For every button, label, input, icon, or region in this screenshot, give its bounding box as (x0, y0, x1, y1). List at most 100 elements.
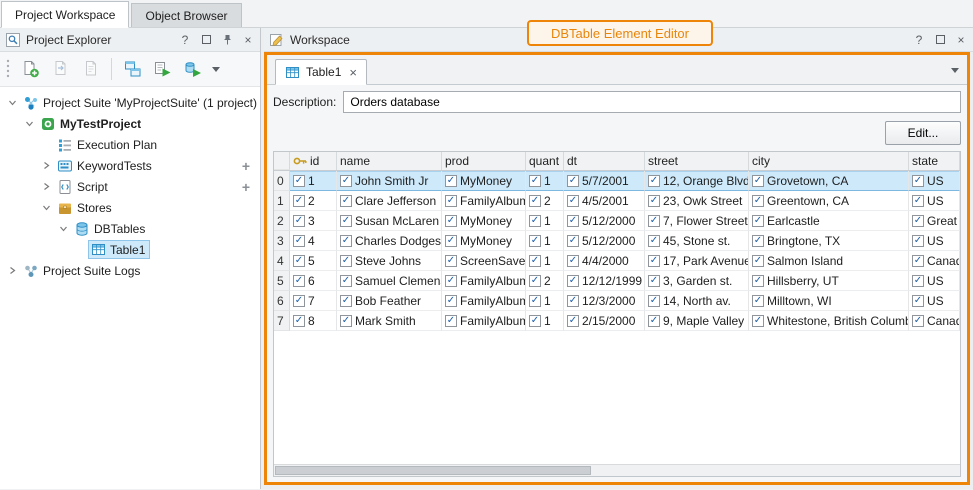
checkbox-checked[interactable]: ✓ (912, 315, 924, 327)
chevron-right-icon[interactable] (39, 161, 54, 170)
cell-dt[interactable]: ✓4/4/2000 (564, 251, 645, 271)
cell-dt[interactable]: ✓5/12/2000 (564, 231, 645, 251)
cell-dt[interactable]: ✓12/12/1999 (564, 271, 645, 291)
checkbox-checked[interactable]: ✓ (340, 175, 352, 187)
help-button[interactable]: ? (913, 33, 925, 47)
cell-city[interactable]: ✓Salmon Island (749, 251, 909, 271)
row-number-cell[interactable]: 0 (274, 171, 290, 191)
checkbox-checked[interactable]: ✓ (752, 255, 764, 267)
tree-item-table1[interactable]: Table1 (0, 239, 260, 260)
checkbox-checked[interactable]: ✓ (752, 175, 764, 187)
checkbox-checked[interactable]: ✓ (648, 315, 660, 327)
checkbox-checked[interactable]: ✓ (445, 215, 457, 227)
chevron-right-icon[interactable] (5, 266, 20, 275)
cell-prod[interactable]: ✓FamilyAlbum (442, 291, 526, 311)
chevron-down-icon[interactable] (22, 119, 37, 128)
cell-prod[interactable]: ✓FamilyAlbum (442, 271, 526, 291)
checkbox-checked[interactable]: ✓ (340, 215, 352, 227)
cell-name[interactable]: ✓Charles Dodgeson (337, 231, 442, 251)
checkbox-checked[interactable]: ✓ (567, 215, 579, 227)
cell-quant[interactable]: ✓2 (526, 191, 564, 211)
execution-plan-button[interactable] (119, 56, 146, 82)
checkbox-checked[interactable]: ✓ (293, 175, 305, 187)
checkbox-checked[interactable]: ✓ (340, 275, 352, 287)
checkbox-checked[interactable]: ✓ (529, 315, 541, 327)
cell-prod[interactable]: ✓MyMoney (442, 211, 526, 231)
column-header-city[interactable]: city (749, 152, 909, 170)
column-header-state[interactable]: state (909, 152, 960, 170)
column-header-prod[interactable]: prod (442, 152, 526, 170)
cell-city[interactable]: ✓Greentown, CA (749, 191, 909, 211)
cell-street[interactable]: ✓45, Stone st. (645, 231, 749, 251)
tree-item-script[interactable]: Script+ (0, 176, 260, 197)
run-project-button[interactable] (149, 56, 176, 82)
cell-dt[interactable]: ✓5/7/2001 (564, 171, 645, 191)
cell-dt[interactable]: ✓4/5/2001 (564, 191, 645, 211)
checkbox-checked[interactable]: ✓ (445, 315, 457, 327)
checkbox-checked[interactable]: ✓ (752, 315, 764, 327)
tab-close-icon[interactable]: × (349, 65, 357, 80)
cell-quant[interactable]: ✓1 (526, 231, 564, 251)
cell-quant[interactable]: ✓1 (526, 311, 564, 331)
checkbox-checked[interactable]: ✓ (293, 255, 305, 267)
checkbox-checked[interactable]: ✓ (912, 295, 924, 307)
table-row-2[interactable]: 2✓3✓Susan McLaren✓MyMoney✓1✓5/12/2000✓7,… (274, 211, 960, 231)
checkbox-checked[interactable]: ✓ (529, 235, 541, 247)
cell-state[interactable]: ✓Great Britain (909, 211, 960, 231)
checkbox-checked[interactable]: ✓ (529, 175, 541, 187)
tree-item-execution-plan[interactable]: Execution Plan (0, 134, 260, 155)
checkbox-checked[interactable]: ✓ (567, 275, 579, 287)
checkbox-checked[interactable]: ✓ (648, 195, 660, 207)
add-new-item-button[interactable] (17, 56, 44, 82)
cell-state[interactable]: ✓Canada (909, 251, 960, 271)
checkbox-checked[interactable]: ✓ (567, 255, 579, 267)
checkbox-checked[interactable]: ✓ (293, 315, 305, 327)
tab-object-browser[interactable]: Object Browser (131, 3, 241, 27)
checkbox-checked[interactable]: ✓ (912, 255, 924, 267)
checkbox-checked[interactable]: ✓ (293, 275, 305, 287)
cell-quant[interactable]: ✓1 (526, 251, 564, 271)
checkbox-checked[interactable]: ✓ (529, 295, 541, 307)
tab-table1[interactable]: Table1 × (275, 59, 367, 85)
cell-state[interactable]: ✓US (909, 291, 960, 311)
cell-id[interactable]: ✓6 (290, 271, 337, 291)
checkbox-checked[interactable]: ✓ (567, 315, 579, 327)
tree-item-keywordtests[interactable]: KeywordTests+ (0, 155, 260, 176)
cell-state[interactable]: ✓US (909, 231, 960, 251)
checkbox-checked[interactable]: ✓ (445, 255, 457, 267)
chevron-down-icon[interactable] (56, 224, 71, 233)
tree-item-project-suite-myprojectsuite-1-project[interactable]: Project Suite 'MyProjectSuite' (1 projec… (0, 92, 260, 113)
table-row-5[interactable]: 5✓6✓Samuel Clemens✓FamilyAlbum✓2✓12/12/1… (274, 271, 960, 291)
checkbox-checked[interactable]: ✓ (293, 295, 305, 307)
cell-city[interactable]: ✓Milltown, WI (749, 291, 909, 311)
cell-dt[interactable]: ✓12/3/2000 (564, 291, 645, 311)
checkbox-checked[interactable]: ✓ (912, 235, 924, 247)
cell-dt[interactable]: ✓5/12/2000 (564, 211, 645, 231)
checkbox-checked[interactable]: ✓ (567, 235, 579, 247)
checkbox-checked[interactable]: ✓ (293, 215, 305, 227)
float-button[interactable] (934, 33, 946, 47)
checkbox-checked[interactable]: ✓ (648, 215, 660, 227)
checkbox-checked[interactable]: ✓ (912, 215, 924, 227)
checkbox-checked[interactable]: ✓ (529, 275, 541, 287)
cell-street[interactable]: ✓14, North av. (645, 291, 749, 311)
table-row-4[interactable]: 4✓5✓Steve Johns✓ScreenSaver✓1✓4/4/2000✓1… (274, 251, 960, 271)
row-number-cell[interactable]: 7 (274, 311, 290, 331)
checkbox-checked[interactable]: ✓ (752, 195, 764, 207)
row-number-cell[interactable]: 2 (274, 211, 290, 231)
checkbox-checked[interactable]: ✓ (340, 315, 352, 327)
checkbox-checked[interactable]: ✓ (445, 295, 457, 307)
checkbox-checked[interactable]: ✓ (648, 175, 660, 187)
row-number-cell[interactable]: 3 (274, 231, 290, 251)
checkbox-checked[interactable]: ✓ (529, 255, 541, 267)
checkbox-checked[interactable]: ✓ (445, 235, 457, 247)
checkbox-checked[interactable]: ✓ (648, 255, 660, 267)
cell-state[interactable]: ✓US (909, 191, 960, 211)
tab-project-workspace[interactable]: Project Workspace (1, 1, 129, 28)
cell-name[interactable]: ✓Clare Jefferson (337, 191, 442, 211)
chevron-right-icon[interactable] (39, 182, 54, 191)
checkbox-checked[interactable]: ✓ (340, 255, 352, 267)
checkbox-checked[interactable]: ✓ (445, 275, 457, 287)
checkbox-checked[interactable]: ✓ (445, 175, 457, 187)
close-button[interactable]: × (242, 33, 254, 47)
